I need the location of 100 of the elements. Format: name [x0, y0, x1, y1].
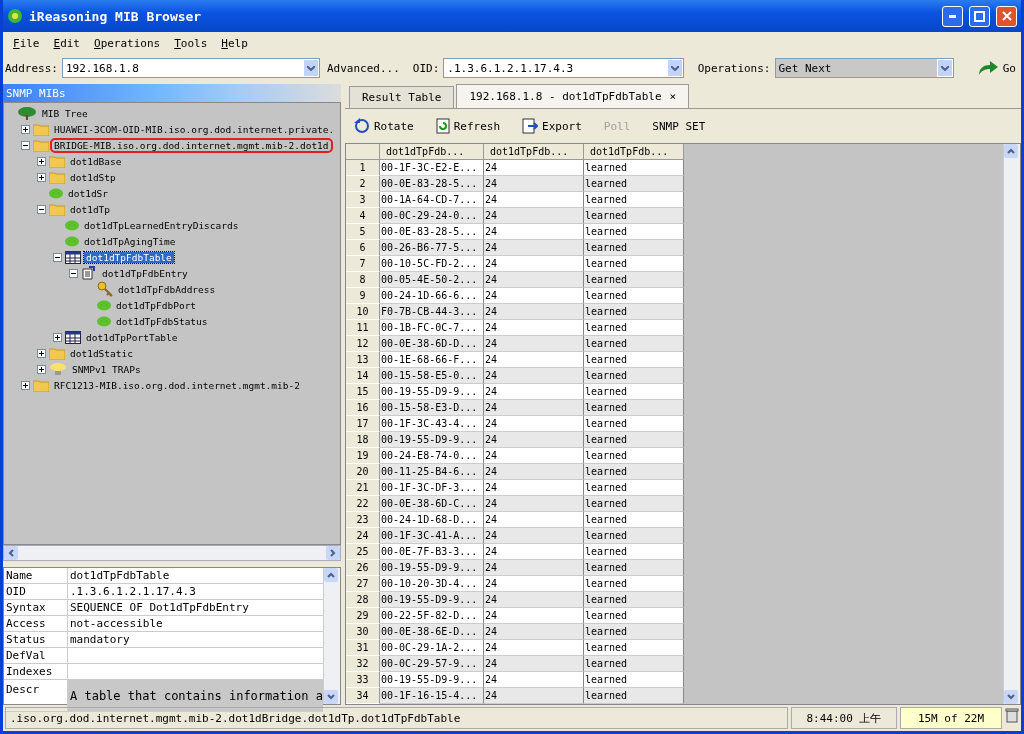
address-field[interactable]: 192.168.1.8	[62, 58, 320, 78]
tree-item[interactable]: dot1dTpFdbStatus	[114, 315, 210, 327]
table-cell: 00-15-58-E3-D...	[380, 400, 484, 416]
row-number: 17	[346, 416, 380, 432]
trash-icon[interactable]	[1005, 707, 1019, 723]
tree-item[interactable]: dot1dTpFdbTable	[84, 251, 174, 263]
tree-item[interactable]: dot1dTpPortTable	[84, 331, 180, 343]
tab[interactable]: Result Table	[349, 86, 455, 108]
menu-item[interactable]: Help	[221, 36, 248, 50]
expand-toggle[interactable]	[37, 364, 46, 374]
tree-item[interactable]: dot1dTpLearnedEntryDiscards	[82, 219, 241, 231]
scroll-down-icon[interactable]	[324, 690, 338, 704]
menu-item[interactable]: Tools	[174, 36, 208, 50]
table-cell: 00-0C-29-57-9...	[380, 656, 484, 672]
scroll-up-icon[interactable]	[324, 568, 338, 582]
row-number: 10	[346, 304, 380, 320]
property-value: not-accessible	[68, 616, 323, 632]
table-cell: 24	[484, 560, 584, 576]
folder-icon	[33, 378, 49, 392]
go-button[interactable]: Go	[973, 60, 1019, 76]
expand-toggle[interactable]	[21, 124, 30, 134]
expand-toggle[interactable]	[21, 380, 30, 390]
tab[interactable]: 192.168.1.8 - dot1dTpFdbTable ×	[456, 84, 690, 108]
plus-icon	[39, 174, 44, 180]
menu-item[interactable]: Operations	[94, 36, 161, 50]
collapse-toggle[interactable]	[37, 204, 46, 214]
tree-item[interactable]: dot1dTpAgingTime	[82, 235, 178, 247]
table-cell: 24	[484, 432, 584, 448]
scroll-right-icon[interactable]	[326, 546, 340, 560]
table-cell: 24	[484, 272, 584, 288]
expand-toggle[interactable]	[37, 156, 46, 166]
oid-field[interactable]: .1.3.6.1.2.1.17.4.3	[443, 58, 684, 78]
toolbar-button[interactable]: SNMP SET	[649, 119, 709, 133]
panel-title: SNMP MIBs	[6, 86, 66, 100]
column-header[interactable]: dot1dTpFdb...	[380, 144, 484, 160]
menu-item[interactable]: File	[13, 36, 40, 50]
advanced-button[interactable]: Advanced...	[324, 61, 403, 75]
folder-icon	[49, 170, 65, 184]
tree-item[interactable]: dot1dTpFdbPort	[114, 299, 199, 311]
table-cell: 24	[484, 528, 584, 544]
table-cell: 24	[484, 224, 584, 240]
table-cell: 24	[484, 512, 584, 528]
tree-item[interactable]: dot1dStp	[68, 171, 118, 183]
vertical-scrollbar[interactable]	[323, 568, 340, 704]
toolbar-button[interactable]: Export	[519, 118, 585, 134]
expand-toggle[interactable]	[53, 332, 62, 342]
tree-item[interactable]: dot1dBase	[68, 155, 124, 167]
dropdown-caret-icon[interactable]	[670, 65, 679, 71]
tree-item[interactable]: dot1dSr	[66, 187, 111, 199]
toolbar-button[interactable]: Rotate	[351, 118, 417, 134]
tree-item[interactable]: dot1dTp	[68, 203, 113, 215]
tree-item[interactable]: dot1dTpFdbEntry	[100, 267, 190, 279]
row-number: 15	[346, 384, 380, 400]
tree-item[interactable]: HUAWEI-3COM-OID-MIB.iso.org.dod.internet.private.	[52, 123, 337, 135]
minimize-button[interactable]	[942, 5, 963, 27]
property-value: mandatory	[68, 632, 323, 648]
operations-dropdown[interactable]: Get Next	[774, 58, 954, 78]
collapse-toggle[interactable]	[21, 140, 30, 150]
tree-item[interactable]: dot1dTpFdbAddress	[116, 283, 218, 295]
row-number: 25	[346, 544, 380, 560]
table-cell: 00-1E-68-66-F...	[380, 352, 484, 368]
folder-icon	[49, 202, 65, 216]
row-number: 23	[346, 512, 380, 528]
tree-item[interactable]: RFC1213-MIB.iso.org.dod.internet.mgmt.mib-2	[52, 379, 302, 391]
expand-toggle[interactable]	[37, 348, 46, 358]
row-number: 2	[346, 176, 380, 192]
horizontal-scrollbar[interactable]	[3, 545, 341, 561]
close-tab-icon[interactable]: ×	[669, 90, 677, 103]
plus-icon	[39, 350, 44, 356]
expand-toggle[interactable]	[37, 172, 46, 182]
collapse-toggle[interactable]	[69, 268, 78, 278]
scroll-left-icon[interactable]	[4, 546, 18, 560]
tree-item[interactable]: SNMPv1 TRAPs	[70, 363, 143, 375]
status-path: .iso.org.dod.internet.mgmt.mib-2.dot1dBridge.dot1dTp.dot1dTpFdbTable	[5, 707, 788, 729]
table-cell: 24	[484, 208, 584, 224]
tree-item[interactable]: MIB Tree	[40, 107, 90, 119]
column-header[interactable]: dot1dTpFdb...	[484, 144, 584, 160]
dropdown-caret-icon[interactable]	[940, 65, 949, 71]
table-cell: 00-19-55-D9-9...	[380, 560, 484, 576]
table-cell: 24	[484, 592, 584, 608]
column-header[interactable]: dot1dTpFdb...	[584, 144, 684, 160]
toolbar-button[interactable]: Refresh	[432, 118, 504, 134]
dropdown-caret-icon[interactable]	[307, 65, 315, 71]
tree-item[interactable]: BRIDGE-MIB.iso.org.dod.internet.mgmt.mib-2.dot1d	[52, 139, 331, 151]
row-number: 27	[346, 576, 380, 592]
collapse-toggle[interactable]	[53, 252, 62, 262]
tree-item[interactable]: dot1dStatic	[68, 347, 135, 359]
table-cell: 24	[484, 400, 584, 416]
folder-icon	[33, 122, 49, 136]
menu-item[interactable]: Edit	[53, 36, 80, 50]
table-cell: 00-05-4E-50-2...	[380, 272, 484, 288]
maximize-button[interactable]	[969, 5, 990, 27]
minus-icon	[71, 272, 76, 274]
close-button[interactable]	[996, 5, 1017, 27]
table-cell: learned	[584, 416, 684, 432]
row-number: 28	[346, 592, 380, 608]
scroll-up-icon[interactable]	[1004, 144, 1018, 158]
plus-icon	[23, 382, 28, 388]
vertical-scrollbar[interactable]	[1003, 144, 1020, 704]
scroll-down-icon[interactable]	[1004, 690, 1018, 704]
